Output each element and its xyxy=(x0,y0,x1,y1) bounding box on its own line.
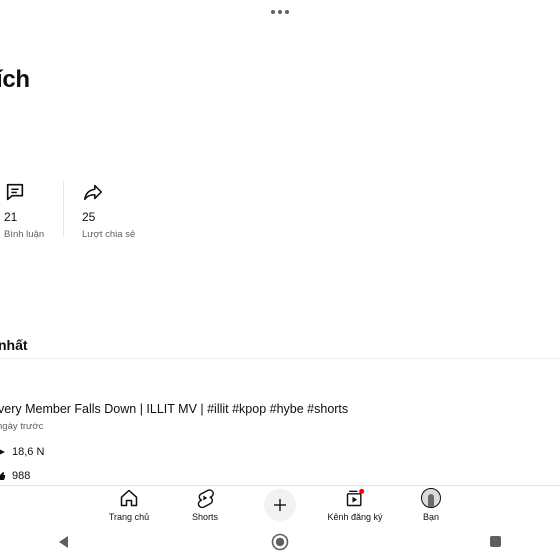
plus-icon xyxy=(274,499,286,511)
home-icon xyxy=(120,489,138,507)
likes-value: 988 xyxy=(12,470,31,482)
nav-home[interactable]: Trang chủ xyxy=(94,488,164,522)
subscriptions-icon xyxy=(346,488,365,507)
comment-label: Bình luận xyxy=(4,229,45,240)
nav-you-label: Bạn xyxy=(422,512,439,522)
shorts-icon xyxy=(197,489,214,508)
recents-icon[interactable] xyxy=(489,535,502,548)
bottom-nav: Trang chủ Shorts Kênh đăng ký Bạn xyxy=(0,485,560,529)
comment-count: 21 xyxy=(4,210,18,224)
section-divider xyxy=(0,358,560,359)
dot xyxy=(285,10,289,14)
create-button[interactable] xyxy=(264,489,296,521)
comment-icon xyxy=(6,183,24,201)
video-views: 18,6 N xyxy=(0,446,44,458)
avatar xyxy=(421,488,441,508)
page-title: ích xyxy=(0,66,30,93)
notification-dot xyxy=(359,488,365,494)
video-time: ngày trước xyxy=(0,421,44,432)
nav-home-label: Trang chủ xyxy=(108,512,150,522)
dot xyxy=(278,10,282,14)
avatar-figure xyxy=(428,494,434,507)
video-likes: 988 xyxy=(0,470,30,482)
share-count: 25 xyxy=(82,210,96,224)
share-icon xyxy=(83,184,103,201)
stat-comments[interactable]: 21 Bình luận xyxy=(4,181,44,240)
home-circle-icon[interactable] xyxy=(271,533,289,551)
nav-shorts-label: Shorts xyxy=(191,512,218,522)
back-icon[interactable] xyxy=(57,535,71,549)
more-horizontal-icon[interactable] xyxy=(268,4,292,20)
share-label: Lượt chia sẻ xyxy=(82,229,136,240)
stat-divider xyxy=(63,181,64,237)
play-icon xyxy=(0,449,5,455)
nav-you[interactable]: Bạn xyxy=(396,488,466,522)
nav-subscriptions-label: Kênh đăng ký xyxy=(327,512,383,522)
views-value: 18,6 N xyxy=(12,446,45,458)
section-title: nhất xyxy=(0,337,28,353)
like-icon xyxy=(0,472,5,480)
stat-shares[interactable]: 25 Lượt chia sẻ xyxy=(82,181,135,240)
dot xyxy=(271,10,275,14)
system-nav-bar xyxy=(0,529,560,560)
nav-shorts[interactable]: Shorts xyxy=(170,488,240,522)
video-title[interactable]: very Member Falls Down | ILLIT MV | #ill… xyxy=(0,402,348,416)
nav-subscriptions[interactable]: Kênh đăng ký xyxy=(320,488,390,522)
